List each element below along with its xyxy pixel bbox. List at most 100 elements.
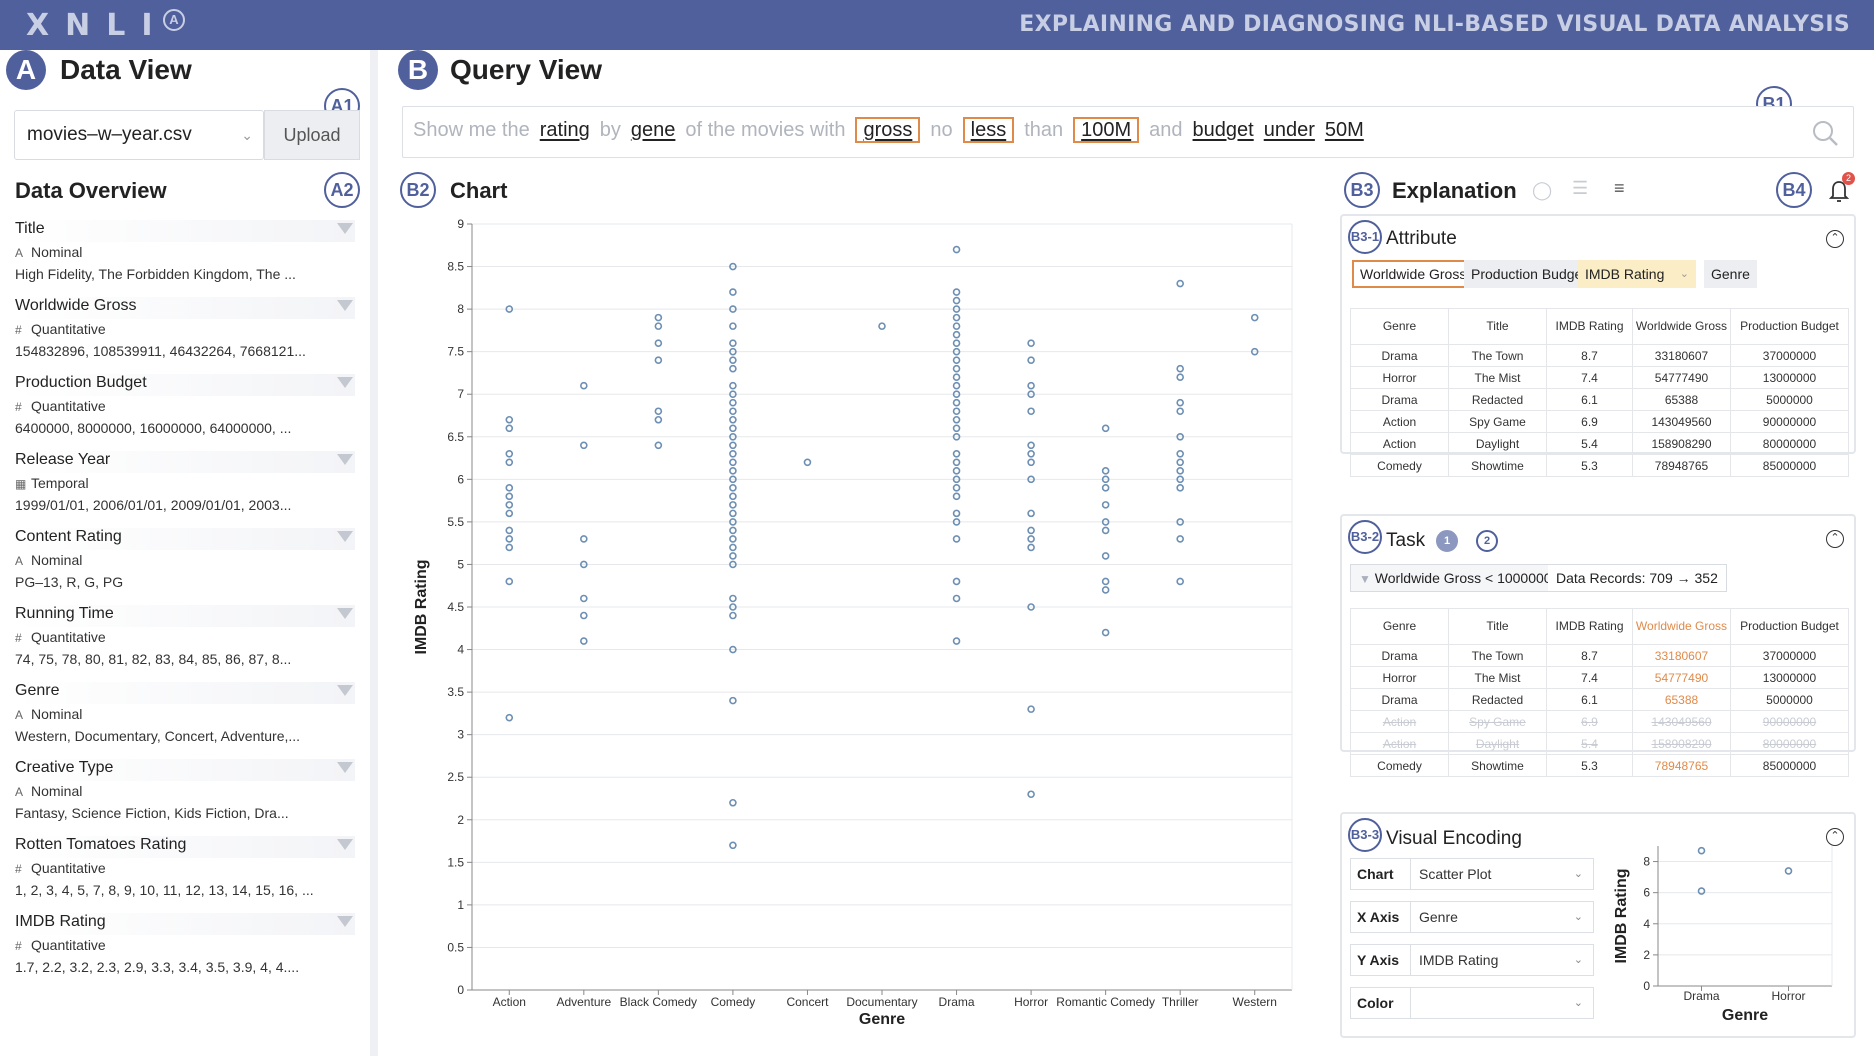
data-point [505,577,514,586]
data-point [505,415,514,424]
query-token[interactable]: 50M [1325,119,1364,141]
y-axis-select[interactable]: Y Axis IMDB Rating ⌄ [1350,944,1594,976]
x-tick-label: Adventure [556,995,611,1009]
list-icon[interactable]: ☰ [1572,178,1588,199]
chevron-down-icon: ⌄ [1573,997,1583,1009]
filter-icon[interactable] [337,762,353,773]
table-cell: 158908290 [1632,732,1731,755]
attribute-item[interactable]: Production Budget # Quantitative 6400000, 8… [15,374,355,446]
data-point [1101,501,1110,509]
search-icon[interactable] [1811,119,1839,147]
attribute-card: B3-1 Attribute ⌃ Worldwide Gross Product… [1340,214,1856,477]
data-point [1176,449,1184,458]
attribute-sample: 1999/01/01, 2006/01/01, 2009/01/01, 2003… [15,497,292,513]
filtered-out-row: Action Spy Game 6.9 143049560 90000000 [1350,710,1849,733]
data-point [729,543,737,552]
data-point [1027,458,1035,467]
app-root: XNLI A EXPLAINING AND DIAGNOSING NLI-BAS… [0,0,1874,1056]
table-cell: 13000000 [1730,666,1849,689]
filter-icon[interactable] [337,839,353,850]
y-tick-label: 3.5 [447,685,464,699]
dataset-select[interactable]: movies–w–year.csv ⌄ [14,110,264,160]
section-badge-a: A [6,50,46,90]
data-point [729,552,737,560]
encoding-value: Genre [1419,909,1458,925]
color-select[interactable]: Color ⌄ [1350,987,1594,1019]
filter-icon[interactable] [337,377,353,388]
data-point [1176,467,1184,475]
attribute-chip[interactable]: Production Budget [1464,260,1594,288]
attribute-item[interactable]: Release Year ▦ Temporal 1999/01/01, 2006/01… [15,451,355,523]
data-point [580,441,588,450]
attribute-item[interactable]: Creative Type A Nominal Fantasy, Science Fi… [15,759,355,831]
data-point [729,535,737,543]
data-point [952,322,961,330]
y-tick-label: 4.5 [447,600,464,614]
y-tick-label: 4 [1643,917,1650,931]
mini-scatter-chart: 0 2 4 6 8 Drama HorrorGenre IMDB Rating [1613,846,1833,1024]
task-step-2[interactable]: 2 [1476,530,1498,552]
table-cell: 143049560 [1632,710,1731,733]
data-point [952,449,961,458]
table-cell: The Mist [1448,666,1547,689]
x-tick-label: Comedy [711,995,756,1009]
filter-icon[interactable] [337,300,353,311]
task-step-1[interactable]: 1 [1436,530,1458,552]
task-filter-pill[interactable]: ▼ Worldwide Gross < 100000000 [1350,564,1577,592]
table-cell: 5.4 [1546,432,1633,455]
attribute-chip[interactable]: Worldwide Gross [1352,260,1475,288]
x-tick-label: Drama [1683,989,1719,1003]
data-point [952,492,961,501]
task-filter-label: Worldwide Gross < 100000000 [1374,570,1568,586]
query-view-panel: B Query View B1 Show me the rating by gene o… [386,50,1874,1056]
explanation-title: Explanation [1392,178,1517,203]
table-cell: 5.3 [1546,754,1633,777]
table-cell: 5.4 [1546,732,1633,755]
quantitative-type-icon: # [15,631,22,645]
quantitative-type-icon: # [15,862,22,876]
upload-button[interactable]: Upload [264,110,360,160]
filter-icon[interactable] [337,608,353,619]
attribute-item[interactable]: Running Time # Quantitative 74, 75, 78, 80,… [15,605,355,677]
filter-icon[interactable] [337,531,353,542]
attribute-sample: PG–13, R, G, PG [15,574,124,590]
data-point [729,484,737,492]
attribute-item[interactable]: Worldwide Gross # Quantitative 154832896, 1… [15,297,355,369]
filter-icon[interactable] [337,454,353,465]
table-cell: Spy Game [1448,410,1547,433]
filter-icon[interactable] [337,223,353,234]
hide-icon[interactable]: ◯ [1532,180,1552,201]
attribute-item[interactable]: IMDB Rating # Quantitative 1.7, 2.2, 3.2, 2… [15,913,355,985]
data-point [952,381,961,390]
y-tick-label: 8 [457,302,464,316]
attribute-item[interactable]: Rotten Tomatoes Rating # Quantitative 1, 2,… [15,836,355,908]
filter-icon: ▼ [1359,572,1371,586]
collapse-icon[interactable]: ⌃ [1826,230,1844,248]
table-row: Horror The Mist 7.4 54777490 13000000 [1350,666,1849,689]
encoding-value: Scatter Plot [1419,866,1492,882]
table-row: Comedy Showtime 5.3 78948765 85000000 [1350,454,1849,477]
filter-icon[interactable] [337,685,353,696]
data-point [952,398,961,407]
attribute-item[interactable]: Genre A Nominal Western, Documentary, Conce… [15,682,355,754]
chevron-down-icon: ⌄ [241,127,253,143]
filter-icon[interactable] [337,916,353,927]
data-point [729,381,737,390]
attribute-item[interactable]: Title A Nominal High Fidelity, The Forbidde… [15,220,355,292]
y-tick-label: 7 [457,387,464,401]
attribute-chip[interactable]: IMDB Rating ⌄ [1578,260,1696,288]
attribute-chip[interactable]: Genre [1704,260,1757,288]
collapse-icon[interactable]: ⌃ [1826,530,1844,548]
attribute-type: Quantitative [31,629,106,645]
table-cell: Spy Game [1448,710,1547,733]
table-cell: 80000000 [1730,432,1849,455]
data-point [729,492,737,501]
x-axis-select[interactable]: X Axis Genre ⌄ [1350,901,1594,933]
table-cell: 78948765 [1632,454,1731,477]
data-point [505,543,514,552]
data-point [952,288,961,296]
data-point [1176,484,1184,492]
chart-type-select[interactable]: Chart Scatter Plot ⌄ [1350,858,1594,890]
attribute-item[interactable]: Content Rating A Nominal PG–13, R, G, PG [15,528,355,600]
indent-list-icon[interactable]: ≡ [1614,178,1625,199]
